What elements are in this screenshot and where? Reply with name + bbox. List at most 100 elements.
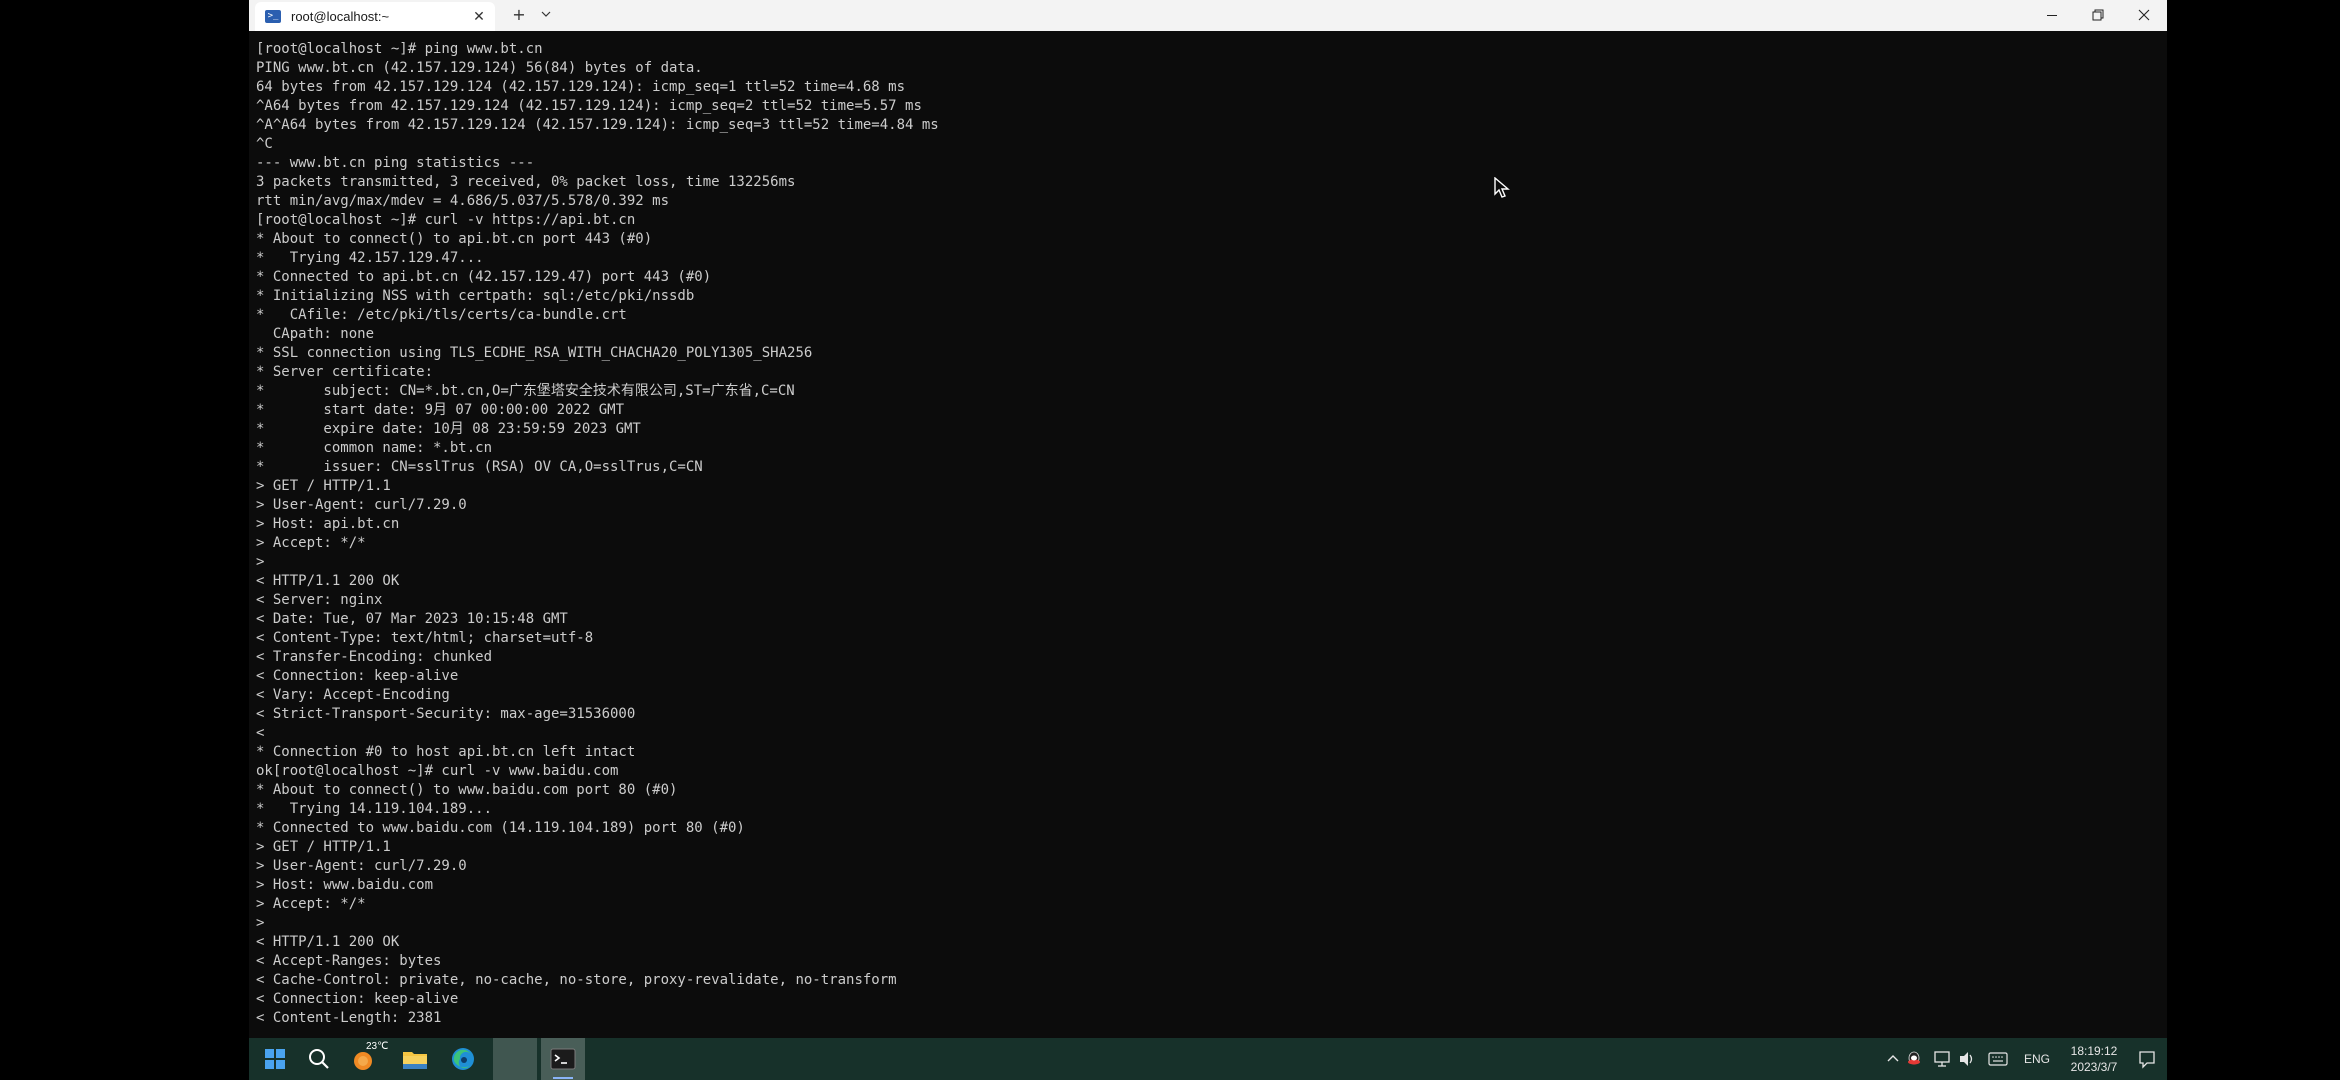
terminal-line: < Date: Tue, 07 Mar 2023 10:15:48 GMT [256,611,568,627]
terminal-line: rtt min/avg/max/mdev = 4.686/5.037/5.578… [256,193,670,209]
terminal-line: [root@localhost ~]# curl -v https://api.… [256,212,636,228]
terminal-line: < HTTP/1.1 200 OK [256,934,400,950]
mouse-cursor-icon [1494,177,1510,198]
clock-time: 18:19:12 [2070,1044,2118,1058]
terminal-taskbar-button[interactable] [541,1038,585,1080]
app-window-icon [493,1038,537,1080]
terminal-line: * Trying 14.119.104.189... [256,801,493,817]
terminal-line: 3 packets transmitted, 3 received, 0% pa… [256,174,796,190]
notification-icon [2139,1051,2155,1069]
search-icon [309,1049,329,1069]
app-window-button[interactable] [493,1038,537,1080]
terminal-icon [550,1048,576,1070]
tab-title: root@localhost:~ [291,9,390,24]
terminal-line: > [256,554,265,570]
terminal-line: * issuer: CN=sslTrus (RSA) OV CA,O=sslTr… [256,459,703,475]
qq-icon [1908,1051,1920,1065]
edge-browser-icon [452,1048,474,1070]
terminal-line: > Host: api.bt.cn [256,516,400,532]
terminal-line: * Server certificate: [256,364,434,380]
terminal-line: ^C [256,136,273,152]
terminal-line: * Connected to www.baidu.com (14.119.104… [256,820,745,836]
edge-browser-button[interactable] [447,1038,479,1080]
terminal-line: < Content-Length: 2381 [256,1010,442,1026]
chevron-up-icon [1887,1055,1899,1062]
clock-date: 2023/3/7 [2070,1060,2118,1074]
terminal-line: * About to connect() to api.bt.cn port 4… [256,231,653,247]
terminal-line: < Accept-Ranges: bytes [256,953,442,969]
terminal-line: < Transfer-Encoding: chunked [256,649,493,665]
tab-dropdown-button[interactable] [535,4,557,26]
volume-tray-button[interactable] [1958,1038,1976,1080]
start-button[interactable] [259,1038,291,1080]
terminal-output[interactable]: [root@localhost ~]# ping www.bt.cn PING w… [249,31,2167,1038]
terminal-line: < HTTP/1.1 200 OK [256,573,400,589]
terminal-line: < Connection: keep-alive [256,668,459,684]
terminal-line: ^A64 bytes from 42.157.129.124 (42.157.1… [256,98,922,114]
terminal-line: < Vary: Accept-Encoding [256,687,450,703]
terminal-line: 64 bytes from 42.157.129.124 (42.157.129… [256,79,906,95]
network-icon [1934,1051,1950,1067]
terminal-line: < Cache-Control: private, no-cache, no-s… [256,972,897,988]
terminal-window[interactable]: >_ root@localhost:~ ✕ + [root@localhost … [249,0,2167,1038]
terminal-icon: >_ [265,10,281,23]
terminal-line: > Accept: */* [256,535,366,551]
terminal-line: < [256,725,265,741]
windows-start-icon [265,1049,285,1069]
weather-widget[interactable]: 23℃ [351,1038,388,1080]
terminal-line: > User-Agent: curl/7.29.0 [256,858,467,874]
terminal-line: ^A^A64 bytes from 42.157.129.124 (42.157… [256,117,939,133]
close-tab-button[interactable]: ✕ [469,7,489,27]
terminal-line: * Initializing NSS with certpath: sql:/e… [256,288,695,304]
show-hidden-icons-button[interactable] [1885,1038,1901,1080]
terminal-line: * subject: CN=*.bt.cn,O=广东堡塔安全技术有限公司,ST=… [256,383,795,399]
terminal-lines: [root@localhost ~]# ping www.bt.cn PING w… [256,40,939,1028]
terminal-line: ok[root@localhost ~]# curl -v www.baidu.… [256,763,619,779]
restore-icon [2092,9,2104,21]
terminal-line: * SSL connection using TLS_ECDHE_RSA_WIT… [256,345,813,361]
close-window-button[interactable] [2121,0,2167,31]
terminal-line: > GET / HTTP/1.1 [256,839,391,855]
terminal-line: --- www.bt.cn ping statistics --- [256,155,535,171]
terminal-line: > [256,915,265,931]
desktop-screen: >_ root@localhost:~ ✕ + [root@localhost … [0,0,2340,1080]
chevron-down-icon [541,11,551,17]
tab-terminal[interactable]: >_ root@localhost:~ ✕ [255,2,495,31]
terminal-line: < Server: nginx [256,592,383,608]
clock[interactable]: 18:19:12 2023/3/7 [2063,1038,2125,1080]
new-tab-button[interactable]: + [507,4,531,26]
terminal-line: * expire date: 10月 08 23:59:59 2023 GMT [256,421,641,437]
terminal-line: * Trying 42.157.129.47... [256,250,484,266]
close-icon [2138,9,2150,21]
minimize-icon [2047,14,2057,16]
taskbar: 23℃ ENG 18:19:12 2023/3/7 [249,1038,2167,1080]
input-language-button[interactable]: ENG [2019,1038,2055,1080]
terminal-line: PING www.bt.cn (42.157.129.124) 56(84) b… [256,60,703,76]
terminal-line: > User-Agent: curl/7.29.0 [256,497,467,513]
terminal-line: * CAfile: /etc/pki/tls/certs/ca-bundle.c… [256,307,627,323]
weather-temperature: 23℃ [366,1041,389,1052]
search-button[interactable] [303,1038,335,1080]
terminal-line: * About to connect() to www.baidu.com po… [256,782,678,798]
terminal-line: * common name: *.bt.cn [256,440,493,456]
minimize-button[interactable] [2029,0,2075,31]
terminal-line: [root@localhost ~]# ping www.bt.cn [256,41,543,57]
network-tray-button[interactable] [1933,1038,1951,1080]
file-explorer-icon [403,1052,427,1069]
terminal-line: > Host: www.baidu.com [256,877,434,893]
terminal-line: < Strict-Transport-Security: max-age=315… [256,706,636,722]
touch-keyboard-button[interactable] [1987,1038,2009,1080]
terminal-line: * Connection #0 to host api.bt.cn left i… [256,744,636,760]
file-explorer-button[interactable] [399,1038,431,1080]
qq-tray-button[interactable] [1905,1038,1923,1080]
terminal-line: > Accept: */* [256,896,366,912]
terminal-line: * start date: 9月 07 00:00:00 2022 GMT [256,402,625,418]
window-titlebar[interactable]: >_ root@localhost:~ ✕ + [249,0,2167,32]
notification-center-button[interactable] [2133,1038,2161,1080]
volume-icon [1960,1052,1973,1066]
maximize-button[interactable] [2075,0,2121,31]
terminal-line: CApath: none [256,326,375,342]
keyboard-icon [1988,1052,2008,1066]
terminal-line: > GET / HTTP/1.1 [256,478,391,494]
terminal-line: < Connection: keep-alive [256,991,459,1007]
